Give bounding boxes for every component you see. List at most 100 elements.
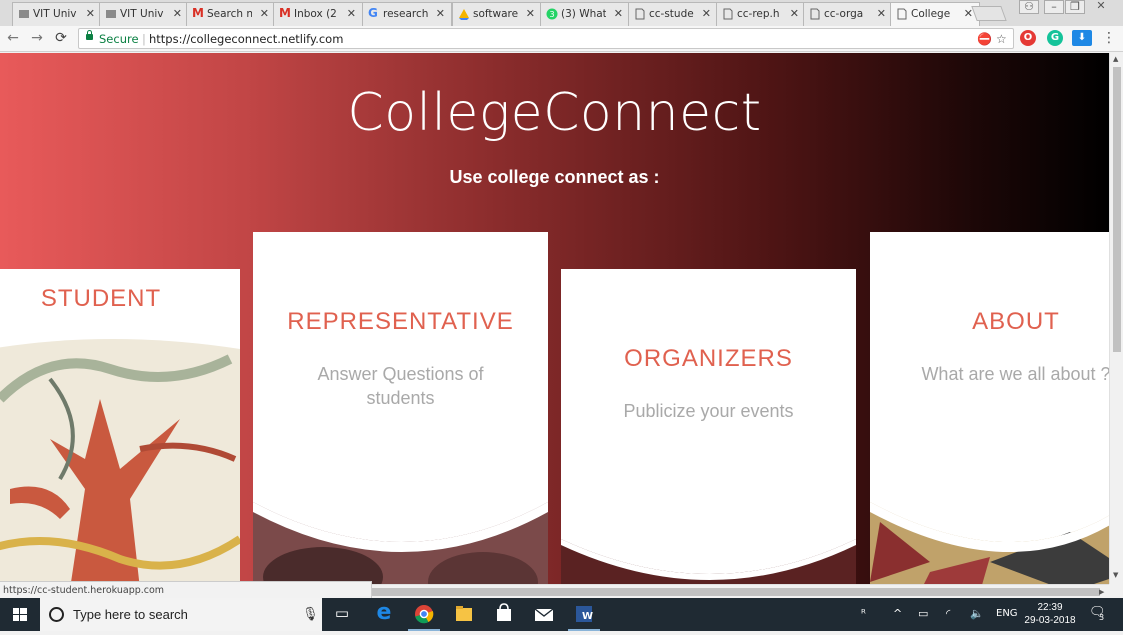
windows-start-button[interactable] — [0, 598, 40, 631]
whatsapp-icon: 3 — [546, 8, 558, 20]
minimize-button[interactable]: – — [1044, 0, 1064, 14]
page-subtitle: Use college connect as : — [449, 167, 660, 187]
scroll-up-icon[interactable]: ▲ — [1113, 55, 1118, 63]
page-icon — [19, 10, 29, 18]
card-description: Publicize your events — [623, 401, 794, 421]
url-text[interactable]: https://collegeconnect.netlify.com — [149, 32, 343, 46]
microphone-icon[interactable]: 🎙 — [302, 606, 319, 622]
show-hidden-icons-icon[interactable]: ^ — [893, 607, 902, 620]
card-about[interactable]: ABOUT What are we all about ? — [870, 232, 1109, 584]
blocked-icon[interactable]: ⛔ — [977, 32, 992, 46]
card-title: STUDENT — [40, 285, 162, 312]
page-title: CollegeConnect — [347, 83, 762, 143]
close-icon[interactable]: ✕ — [436, 7, 445, 20]
card-organizers[interactable]: ORGANIZERS Publicize your events — [561, 269, 856, 584]
forward-icon[interactable]: → — [28, 30, 46, 46]
opera-icon[interactable]: O — [1020, 30, 1036, 46]
new-tab-button[interactable] — [971, 6, 1007, 21]
restore-button[interactable]: ❐ — [1065, 0, 1085, 14]
scroll-thumb[interactable] — [1113, 67, 1121, 352]
taskbar-search-box[interactable]: Type here to search 🎙 — [40, 598, 322, 631]
close-icon[interactable]: ✕ — [347, 7, 356, 20]
notification-count: 3 — [1099, 613, 1105, 622]
tab[interactable]: M Inbox (2 ✕ — [273, 2, 363, 26]
scroll-thumb[interactable] — [372, 588, 1100, 596]
close-icon[interactable]: ✕ — [877, 7, 886, 20]
card-description: Answer Questions of students — [317, 364, 484, 408]
page-icon — [723, 8, 733, 20]
file-explorer-icon[interactable] — [444, 598, 484, 631]
people-icon[interactable]: ᴿ — [861, 607, 866, 620]
tab[interactable]: VIT Univ ✕ — [99, 2, 189, 26]
card-title: ABOUT — [972, 308, 1060, 335]
page-icon — [635, 8, 645, 20]
close-icon[interactable]: ✕ — [260, 7, 269, 20]
card-description: What are we all about ? — [921, 364, 1109, 384]
tab[interactable]: cc-stude ✕ — [628, 2, 718, 26]
grammarly-icon[interactable]: G — [1047, 30, 1063, 46]
close-icon[interactable]: ✕ — [702, 7, 711, 20]
card-illustration — [253, 502, 548, 584]
scroll-right-icon[interactable]: ▶ — [1099, 588, 1104, 596]
vertical-scrollbar[interactable]: ▲ ▼ — [1109, 53, 1123, 584]
edge-icon[interactable]: e — [364, 598, 404, 631]
close-icon[interactable]: ✕ — [790, 7, 799, 20]
tab[interactable]: G research ✕ — [362, 2, 452, 26]
tab-label: research — [383, 8, 428, 20]
word-icon[interactable]: W — [564, 598, 604, 631]
volume-icon[interactable]: 🔈 — [970, 607, 984, 620]
chrome-icon[interactable] — [404, 598, 444, 631]
page-icon — [810, 8, 820, 20]
bookmark-star-icon[interactable]: ☆ — [996, 32, 1007, 46]
menu-icon[interactable]: ⋮ — [1100, 30, 1118, 46]
scroll-down-icon[interactable]: ▼ — [1113, 571, 1118, 579]
tab-label: (3) What — [561, 8, 606, 20]
card-illustration — [561, 539, 856, 584]
close-window-button[interactable]: ✕ — [1091, 0, 1111, 14]
wifi-icon[interactable]: ◜ — [946, 607, 950, 620]
tab-label: VIT Univ — [120, 8, 164, 20]
tab-label: software — [473, 8, 518, 20]
tab[interactable]: cc-rep.h ✕ — [716, 2, 806, 26]
drive-icon — [459, 9, 469, 20]
task-view-icon[interactable]: ▭ — [322, 598, 362, 631]
page-icon — [897, 8, 907, 20]
tab[interactable]: 3 (3) What ✕ — [540, 2, 630, 26]
tab-active[interactable]: College ✕ — [890, 2, 980, 27]
mail-icon[interactable] — [524, 598, 564, 631]
tab-strip: VIT Univ ✕ VIT Univ ✕ M Search n ✕ M Inb… — [0, 0, 1123, 27]
tab[interactable]: cc-orga ✕ — [803, 2, 893, 26]
windows-logo-icon — [13, 608, 27, 621]
browser-toolbar: ← → ⟳ Secure | https://collegeconnect.ne… — [0, 26, 1123, 52]
tab[interactable]: software ✕ — [452, 2, 542, 26]
lock-icon — [86, 30, 93, 40]
card-student[interactable]: STUDENT — [0, 269, 240, 584]
tab[interactable]: VIT Univ ✕ — [12, 2, 102, 26]
battery-icon[interactable]: ▭ — [918, 607, 928, 620]
back-icon[interactable]: ← — [4, 30, 22, 46]
language-indicator[interactable]: ENG — [996, 608, 1018, 619]
user-icon[interactable]: ⚇ — [1019, 0, 1039, 14]
taskbar: Type here to search 🎙 ▭ e W ᴿ ^ ▭ ◜ 🔈 EN… — [0, 598, 1123, 631]
address-bar[interactable]: Secure | https://collegeconnect.netlify.… — [78, 28, 1014, 49]
link-status-bar: https://cc-student.herokuapp.com — [0, 581, 372, 598]
close-icon[interactable]: ✕ — [173, 7, 182, 20]
tab-label: College — [911, 8, 951, 20]
search-placeholder: Type here to search — [73, 607, 188, 622]
reload-icon[interactable]: ⟳ — [52, 30, 70, 46]
close-icon[interactable]: ✕ — [614, 7, 623, 20]
tab-label: cc-rep.h — [737, 8, 780, 20]
store-icon[interactable] — [484, 598, 524, 631]
close-icon[interactable]: ✕ — [86, 7, 95, 20]
download-extension-icon[interactable]: ⬇ — [1072, 30, 1092, 46]
tab[interactable]: M Search n ✕ — [186, 2, 276, 26]
tab-label: Search n — [207, 8, 252, 20]
card-representative[interactable]: REPRESENTATIVE Answer Questions of stude… — [253, 232, 548, 584]
tab-label: cc-orga — [824, 8, 864, 20]
close-icon[interactable]: ✕ — [526, 7, 535, 20]
browser-window: VIT Univ ✕ VIT Univ ✕ M Search n ✕ M Inb… — [0, 0, 1123, 631]
tree-illustration — [0, 339, 240, 584]
clock-date: 29-03-2018 — [1024, 615, 1076, 626]
card-title: ORGANIZERS — [624, 345, 793, 372]
clock[interactable]: 22:39 29-03-2018 — [1022, 601, 1078, 627]
